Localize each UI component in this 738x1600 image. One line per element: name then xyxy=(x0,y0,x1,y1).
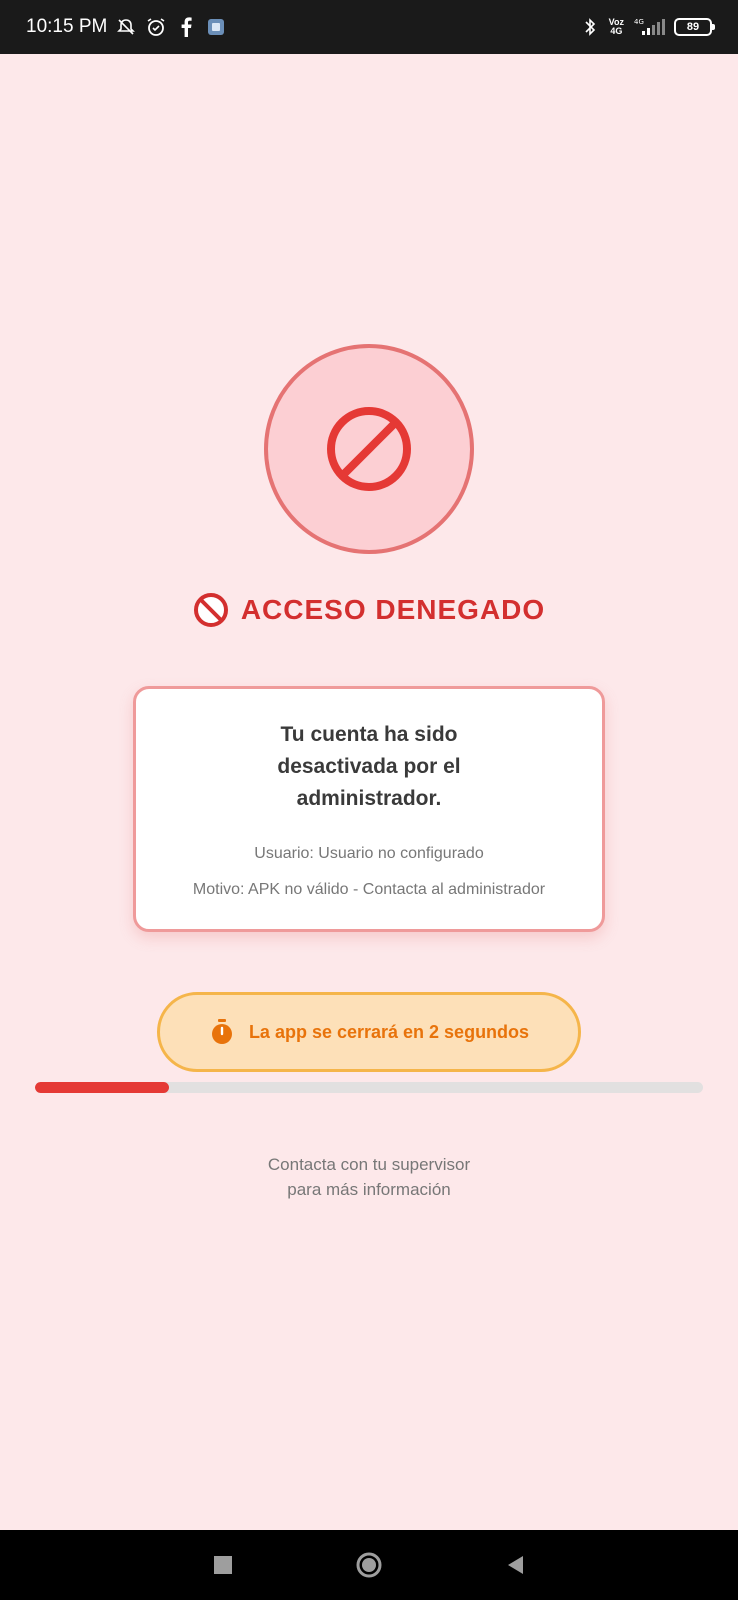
card-user-line: Usuario: Usuario no configurado xyxy=(254,845,484,862)
recents-button[interactable] xyxy=(203,1545,243,1585)
status-bar: 10:15 PM Voz 4G 4G 89 xyxy=(0,0,738,54)
block-icon xyxy=(327,407,411,491)
battery-icon: 89 xyxy=(674,18,715,36)
home-button[interactable] xyxy=(349,1545,389,1585)
facebook-icon xyxy=(175,16,197,38)
svg-text:4G: 4G xyxy=(634,18,644,26)
message-card: Tu cuenta ha sido desactivada por el adm… xyxy=(133,686,605,932)
timer-text: La app se cerrará en 2 segundos xyxy=(248,1021,530,1042)
status-right: Voz 4G 4G 89 xyxy=(579,16,715,38)
card-message: Tu cuenta ha sido desactivada por el adm… xyxy=(277,723,461,810)
square-icon xyxy=(214,1556,232,1574)
footer-line-1: Contacta con tu supervisor xyxy=(267,1155,471,1174)
countdown-progress xyxy=(35,1082,703,1093)
app-notification-icon xyxy=(205,16,227,38)
back-triangle-icon xyxy=(508,1556,523,1574)
stopwatch-icon xyxy=(211,1019,232,1044)
network-4g: 4G xyxy=(610,26,623,36)
card-reason-line: Motivo: APK no válido - Contacta al admi… xyxy=(192,881,546,898)
page-title: ACCESO DENEGADO xyxy=(240,594,546,625)
no-entry-icon xyxy=(193,593,228,627)
circle-icon xyxy=(356,1552,382,1578)
footer-line-2: para más información xyxy=(287,1180,451,1199)
block-icon-circle xyxy=(264,344,474,554)
alarm-icon xyxy=(145,16,167,38)
bluetooth-icon xyxy=(579,16,601,38)
status-left: 10:15 PM xyxy=(26,16,227,38)
access-denied-screen: ACCESO DENEGADO Tu cuenta ha sido desact… xyxy=(0,54,738,1530)
mute-bell-icon xyxy=(115,16,137,38)
progress-fill xyxy=(35,1082,169,1093)
network-label: Voz 4G xyxy=(609,18,624,36)
close-timer-badge: La app se cerrará en 2 segundos xyxy=(157,992,581,1072)
back-button[interactable] xyxy=(495,1545,535,1585)
page-title-row: ACCESO DENEGADO xyxy=(0,592,738,628)
navigation-bar xyxy=(0,1530,738,1600)
footer-text: Contacta con tu supervisor para más info… xyxy=(0,1152,738,1202)
signal-icon: 4G xyxy=(632,16,666,38)
status-time: 10:15 PM xyxy=(26,16,108,37)
battery-level: 89 xyxy=(686,21,700,33)
